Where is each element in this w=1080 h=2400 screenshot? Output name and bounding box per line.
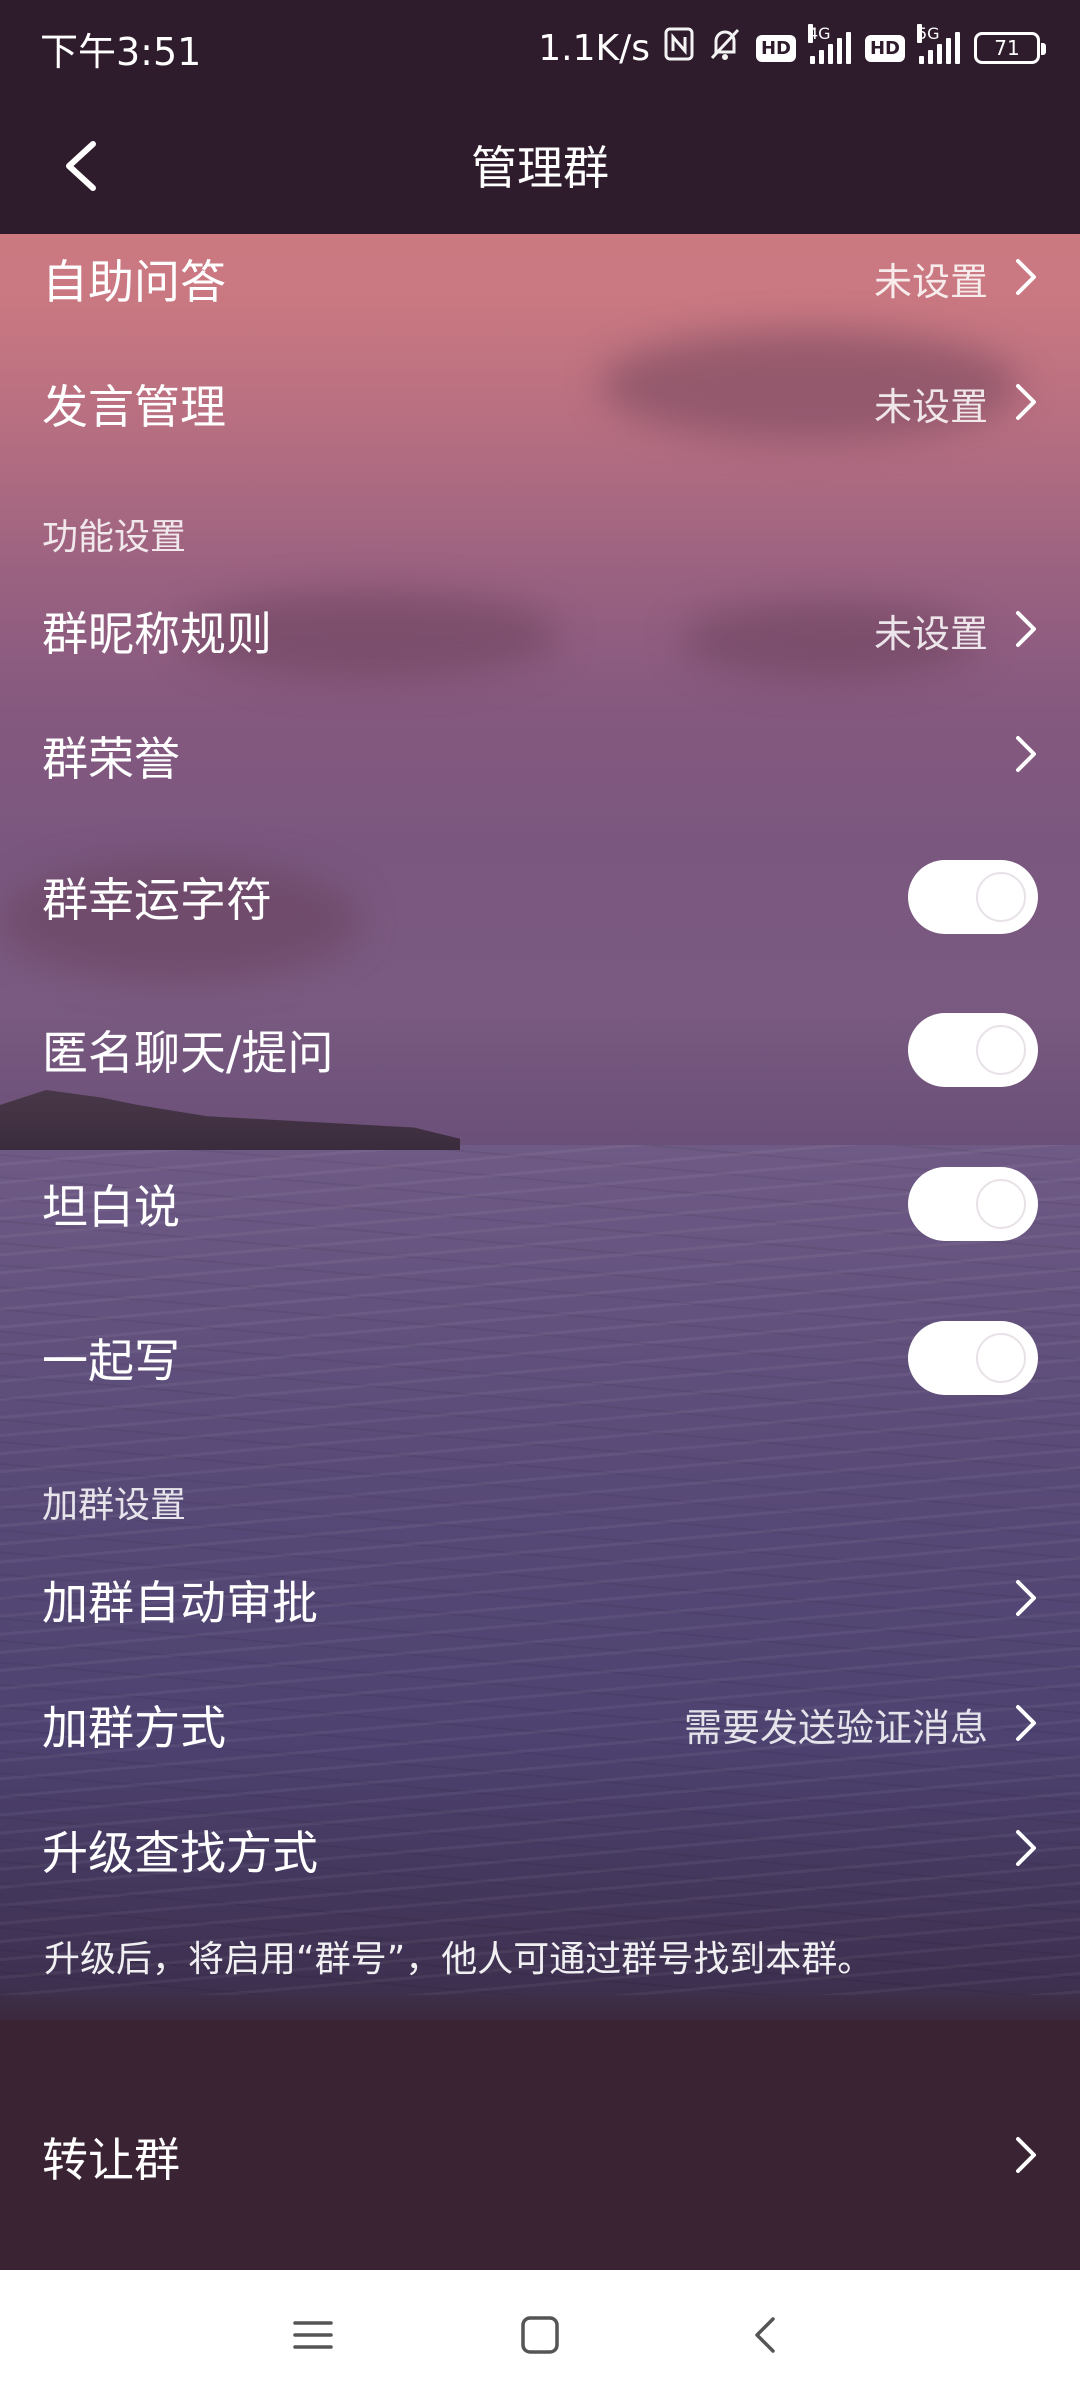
chevron-left-icon bbox=[66, 141, 96, 191]
chevron-right-icon bbox=[1014, 1578, 1038, 1622]
row-transfer-group[interactable]: 转让群 bbox=[0, 2094, 1080, 2219]
nav-menu-button[interactable] bbox=[273, 2295, 353, 2375]
chevron-right-icon bbox=[1014, 1828, 1038, 1872]
row-upgrade-search[interactable]: 升级查找方式 bbox=[0, 1787, 1080, 1912]
bell-off-icon bbox=[708, 26, 742, 71]
hd-badge: HD bbox=[864, 34, 905, 62]
toggle-knob bbox=[976, 1024, 1026, 1075]
row-label: 转让群 bbox=[42, 2132, 180, 2187]
toggle-knob bbox=[976, 1178, 1026, 1229]
row-value: 未设置 bbox=[873, 385, 988, 429]
menu-icon bbox=[293, 2321, 334, 2349]
frank-talk-toggle[interactable] bbox=[908, 1166, 1038, 1241]
back-triangle-icon bbox=[754, 2317, 775, 2353]
row-group-honor[interactable]: 群荣誉 bbox=[0, 693, 1080, 818]
row-value: 未设置 bbox=[873, 612, 988, 656]
row-self-help-qa[interactable]: 自助问答 未设置 bbox=[0, 216, 1080, 341]
row-right: 未设置 bbox=[874, 376, 1038, 431]
status-icons: 1.1K/s HD 4G HD 5G 71 bbox=[538, 24, 1046, 71]
lucky-char-toggle[interactable] bbox=[908, 859, 1038, 934]
row-label: 群昵称规则 bbox=[42, 606, 272, 661]
row-label: 发言管理 bbox=[42, 379, 226, 434]
page-title: 管理群 bbox=[471, 141, 609, 195]
section-title-join: 加群设置 bbox=[42, 1485, 187, 1526]
row-right bbox=[1014, 1578, 1038, 1622]
status-time: 下午3:51 bbox=[40, 29, 202, 74]
back-button[interactable] bbox=[50, 136, 110, 196]
row-label: 升级查找方式 bbox=[42, 1825, 318, 1880]
chevron-right-icon bbox=[1014, 609, 1038, 653]
row-value: 未设置 bbox=[873, 260, 988, 304]
nav-back-button[interactable] bbox=[727, 2295, 807, 2375]
row-right bbox=[1014, 734, 1038, 778]
write-together-toggle[interactable] bbox=[908, 1320, 1038, 1395]
row-anonymous-chat: 匿名聊天/提问 bbox=[0, 987, 1080, 1112]
upgrade-note: 升级后，将启用“群号”，他人可通过群号找到本群。 bbox=[44, 1939, 874, 1980]
signal-4g-icon: 4G bbox=[807, 24, 851, 64]
row-right bbox=[1014, 2135, 1038, 2179]
row-label: 群幸运字符 bbox=[42, 872, 272, 927]
battery-level: 71 bbox=[994, 36, 1020, 60]
square-icon bbox=[521, 2316, 559, 2354]
row-label: 群荣誉 bbox=[42, 731, 180, 786]
chevron-right-icon bbox=[1014, 2135, 1038, 2179]
row-nickname-rules[interactable]: 群昵称规则 未设置 bbox=[0, 568, 1080, 693]
row-right: 未设置 bbox=[874, 603, 1038, 658]
row-lucky-char: 群幸运字符 bbox=[0, 834, 1080, 959]
signal-5g-icon: 5G bbox=[917, 24, 960, 64]
system-nav-bar bbox=[0, 2270, 1080, 2400]
row-label: 自助问答 bbox=[42, 254, 226, 309]
row-right bbox=[1014, 1828, 1038, 1872]
signal-5g-label: 5G bbox=[917, 24, 940, 43]
network-speed: 1.1K/s bbox=[538, 27, 650, 69]
chevron-right-icon bbox=[1014, 382, 1038, 426]
chevron-right-icon bbox=[1014, 1703, 1038, 1747]
toggle-knob bbox=[976, 871, 1026, 922]
row-label: 加群自动审批 bbox=[42, 1575, 318, 1630]
status-bar: 下午3:51 1.1K/s HD 4G HD 5G 71 bbox=[0, 0, 1080, 96]
row-label: 加群方式 bbox=[42, 1700, 226, 1755]
row-label: 一起写 bbox=[42, 1333, 180, 1388]
row-frank-talk: 坦白说 bbox=[0, 1141, 1080, 1266]
hd-badge: HD bbox=[755, 34, 796, 62]
chevron-right-icon bbox=[1014, 734, 1038, 778]
app-header: 管理群 bbox=[0, 96, 1080, 234]
battery-icon: 71 bbox=[974, 32, 1046, 64]
row-auto-approve[interactable]: 加群自动审批 bbox=[0, 1537, 1080, 1662]
nfc-icon bbox=[664, 27, 694, 70]
row-right: 需要发送验证消息 bbox=[684, 1697, 1038, 1752]
row-speech-management[interactable]: 发言管理 未设置 bbox=[0, 341, 1080, 466]
row-label: 匿名聊天/提问 bbox=[42, 1025, 334, 1080]
anonymous-chat-toggle[interactable] bbox=[908, 1012, 1038, 1087]
row-label: 坦白说 bbox=[42, 1179, 180, 1234]
chevron-right-icon bbox=[1014, 257, 1038, 301]
nav-home-button[interactable] bbox=[500, 2295, 580, 2375]
toggle-knob bbox=[976, 1332, 1026, 1383]
section-title-features: 功能设置 bbox=[42, 517, 187, 558]
row-join-method[interactable]: 加群方式 需要发送验证消息 bbox=[0, 1662, 1080, 1787]
signal-4g-label: 4G bbox=[807, 24, 831, 43]
row-value: 需要发送验证消息 bbox=[683, 1706, 988, 1750]
row-write-together: 一起写 bbox=[0, 1295, 1080, 1420]
row-right: 未设置 bbox=[874, 251, 1038, 306]
